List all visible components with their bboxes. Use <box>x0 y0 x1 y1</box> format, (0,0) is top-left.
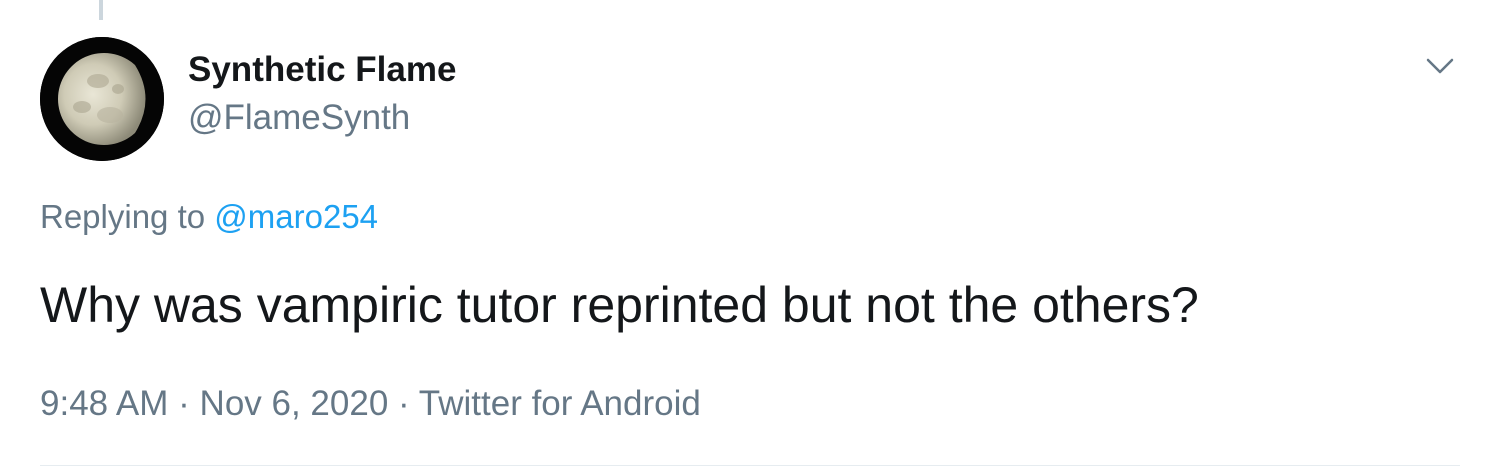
author-handle[interactable]: @FlameSynth <box>188 98 410 138</box>
moon-avatar-icon <box>40 37 164 161</box>
bottom-divider <box>40 465 1460 466</box>
tweet-time[interactable]: 9:48 AM <box>40 384 168 423</box>
thread-connector-line <box>99 0 103 20</box>
meta-separator: · <box>398 384 410 423</box>
tweet-date[interactable]: Nov 6, 2020 <box>200 384 389 423</box>
tweet-text: Why was vampiric tutor reprinted but not… <box>40 277 1199 333</box>
meta-separator: · <box>178 384 190 423</box>
tweet-meta: 9:48 AM · Nov 6, 2020 · Twitter for Andr… <box>40 384 701 424</box>
tweet-menu-button[interactable] <box>1420 48 1460 84</box>
reply-mention-link[interactable]: @maro254 <box>214 198 378 235</box>
replying-to-label: Replying to <box>40 198 206 235</box>
avatar[interactable] <box>40 37 164 161</box>
replying-to-line: Replying to @maro254 <box>40 198 378 236</box>
tweet-source[interactable]: Twitter for Android <box>419 384 701 423</box>
chevron-down-icon <box>1426 58 1454 74</box>
author-display-name[interactable]: Synthetic Flame <box>188 50 456 90</box>
